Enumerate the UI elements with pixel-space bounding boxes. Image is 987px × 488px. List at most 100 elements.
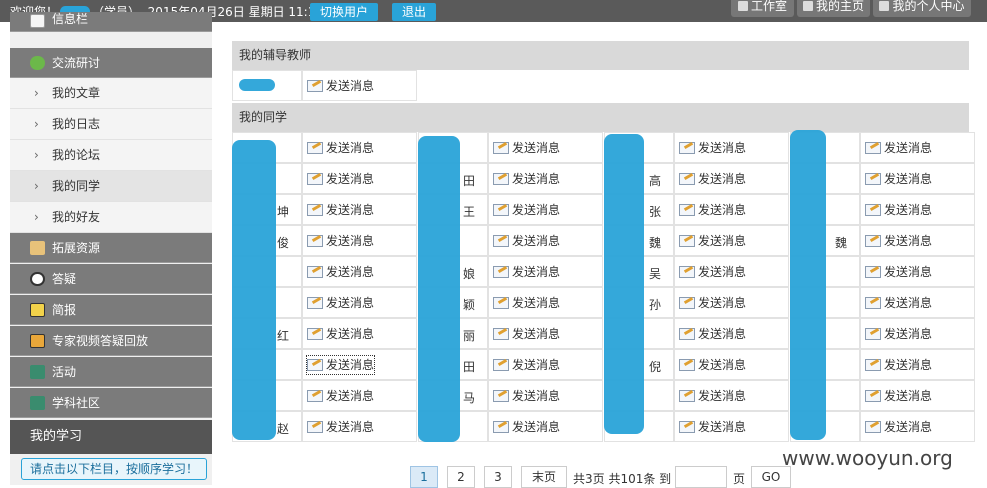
send-message-button[interactable]: 发送消息	[865, 170, 932, 188]
envelope-icon	[865, 204, 881, 216]
send-message-button[interactable]: 发送消息	[865, 294, 932, 312]
envelope-icon	[307, 266, 323, 278]
envelope-icon	[307, 421, 323, 433]
sidebar-subitem-friends[interactable]: › 我的好友	[10, 202, 212, 233]
send-message-button[interactable]: 发送消息	[493, 139, 560, 157]
classmates-section-header: 我的同学	[232, 103, 969, 132]
classmate-name: 田	[463, 360, 476, 374]
send-message-button[interactable]: 发送消息	[865, 201, 932, 219]
send-message-button[interactable]: 发送消息	[493, 263, 560, 281]
envelope-icon	[307, 359, 323, 371]
send-message-button[interactable]: 发送消息	[679, 139, 746, 157]
send-message-button[interactable]: 发送消息	[307, 294, 374, 312]
send-message-button[interactable]: 发送消息	[679, 170, 746, 188]
classmate-message-cell: 发送消息	[488, 132, 603, 163]
classmate-message-cell: 发送消息	[302, 349, 417, 380]
classmate-message-cell: 发送消息	[674, 349, 789, 380]
classmate-name: 赵	[277, 422, 290, 436]
classmate-message-cell: 发送消息	[488, 411, 603, 442]
classmate-message-cell: 发送消息	[674, 287, 789, 318]
send-message-button[interactable]: 发送消息	[307, 139, 374, 157]
classmate-message-cell: 发送消息	[860, 194, 975, 225]
send-message-button[interactable]: 发送消息	[307, 201, 374, 219]
send-message-button[interactable]: 发送消息	[307, 232, 374, 250]
send-message-button[interactable]: 发送消息	[307, 418, 374, 436]
classmate-message-cell: 发送消息	[488, 163, 603, 194]
send-message-button[interactable]: 发送消息	[679, 387, 746, 405]
sidebar-item-community[interactable]: 学科社区	[10, 388, 212, 418]
send-message-button[interactable]: 发送消息	[679, 356, 746, 374]
classmate-message-cell: 发送消息	[674, 225, 789, 256]
redaction-column-1	[232, 140, 276, 440]
sidebar-item-qa[interactable]: 答疑	[10, 264, 212, 294]
send-message-button[interactable]: 发送消息	[493, 356, 560, 374]
classmate-name: 倪	[649, 360, 662, 374]
sidebar-item-activity[interactable]: 活动	[10, 357, 212, 387]
classmate-message-cell: 发送消息	[488, 287, 603, 318]
send-message-button[interactable]: 发送消息	[493, 170, 560, 188]
send-message-button[interactable]: 发送消息	[865, 418, 932, 436]
send-message-button[interactable]: 发送消息	[307, 77, 374, 95]
send-message-button[interactable]: 发送消息	[865, 232, 932, 250]
classmate-message-cell: 发送消息	[488, 318, 603, 349]
chevron-right-icon: ›	[34, 179, 39, 193]
classmate-name: 颖	[463, 298, 476, 312]
send-message-button[interactable]: 发送消息	[679, 232, 746, 250]
sidebar-item-info[interactable]: 信息栏	[10, 12, 212, 32]
sidebar-subitem-forum[interactable]: › 我的论坛	[10, 140, 212, 171]
tutor-section-header: 我的辅导教师	[232, 41, 969, 70]
send-message-button[interactable]: 发送消息	[865, 356, 932, 374]
chevron-right-icon: ›	[34, 86, 39, 100]
send-message-button[interactable]: 发送消息	[865, 139, 932, 157]
classmate-message-cell: 发送消息	[860, 380, 975, 411]
send-message-button[interactable]: 发送消息	[493, 294, 560, 312]
envelope-icon	[865, 266, 881, 278]
send-message-button[interactable]: 发送消息	[865, 263, 932, 281]
classmate-message-cell: 发送消息	[302, 163, 417, 194]
classmate-name: 俊	[277, 236, 290, 250]
classmate-message-cell: 发送消息	[674, 380, 789, 411]
envelope-icon	[307, 173, 323, 185]
send-message-button[interactable]: 发送消息	[307, 263, 374, 281]
send-message-button[interactable]: 发送消息	[493, 201, 560, 219]
classmate-message-cell: 发送消息	[302, 225, 417, 256]
homepage-button[interactable]: 我的主页	[797, 0, 870, 17]
send-message-button[interactable]: 发送消息	[493, 387, 560, 405]
send-message-button[interactable]: 发送消息	[679, 201, 746, 219]
envelope-icon	[493, 173, 509, 185]
sidebar-item-resources[interactable]: 拓展资源	[10, 233, 212, 263]
switch-user-button[interactable]: 切换用户	[310, 3, 378, 21]
sidebar-item-exchange[interactable]: 交流研讨	[10, 48, 212, 78]
sidebar-subitem-logs[interactable]: › 我的日志	[10, 109, 212, 140]
envelope-icon	[493, 421, 509, 433]
sidebar-subitem-classmates[interactable]: › 我的同学	[10, 171, 212, 202]
sidebar-item-expert-video[interactable]: 专家视频答疑回放	[10, 326, 212, 356]
sidebar-item-brief[interactable]: 简报	[10, 295, 212, 325]
send-message-button[interactable]: 发送消息	[679, 418, 746, 436]
classmate-message-cell: 发送消息	[488, 380, 603, 411]
send-message-button[interactable]: 发送消息	[493, 325, 560, 343]
newsletter-icon	[30, 303, 45, 317]
classmate-message-cell: 发送消息	[860, 349, 975, 380]
classmate-name: 张	[649, 205, 662, 219]
send-message-button[interactable]: 发送消息	[307, 325, 374, 343]
send-message-button[interactable]: 发送消息	[679, 325, 746, 343]
send-message-button[interactable]: 发送消息	[865, 387, 932, 405]
send-message-button[interactable]: 发送消息	[679, 294, 746, 312]
envelope-icon	[679, 142, 695, 154]
classmate-message-cell: 发送消息	[674, 256, 789, 287]
envelope-icon	[493, 266, 509, 278]
send-message-button[interactable]: 发送消息	[493, 232, 560, 250]
classmate-name: 魏	[835, 236, 848, 250]
send-message-button[interactable]: 发送消息	[307, 387, 374, 405]
envelope-icon	[679, 266, 695, 278]
logout-button[interactable]: 退出	[392, 3, 436, 21]
personal-center-button[interactable]: 我的个人中心	[873, 0, 971, 17]
send-message-button[interactable]: 发送消息	[493, 418, 560, 436]
send-message-button[interactable]: 发送消息	[865, 325, 932, 343]
send-message-button[interactable]: 发送消息	[679, 263, 746, 281]
send-message-button[interactable]: 发送消息	[305, 355, 376, 375]
sidebar-subitem-articles[interactable]: › 我的文章	[10, 78, 212, 109]
send-message-button[interactable]: 发送消息	[307, 170, 374, 188]
workspace-button[interactable]: 工作室	[731, 0, 794, 17]
